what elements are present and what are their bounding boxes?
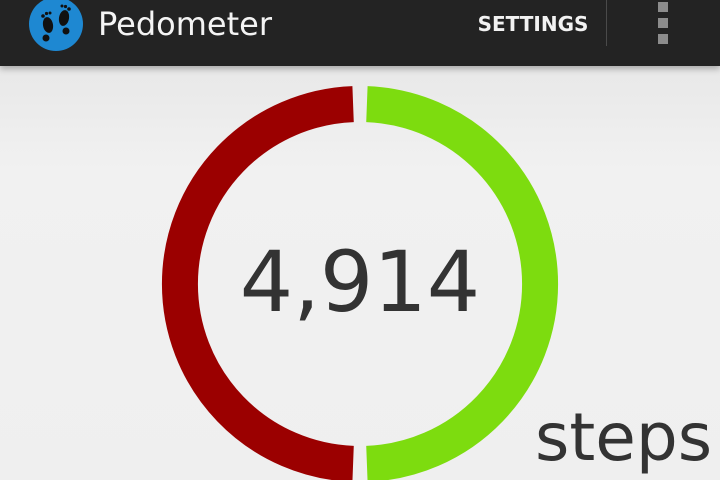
settings-button[interactable]: SETTINGS — [466, 4, 600, 44]
main-content: 4,914 steps — [0, 66, 720, 480]
pedometer-screen: Pedometer SETTINGS 4,914 steps — [0, 0, 720, 480]
action-bar: Pedometer SETTINGS — [0, 0, 720, 66]
action-bar-divider — [606, 0, 607, 46]
overflow-dot — [658, 18, 668, 28]
steps-unit-label: steps — [535, 399, 713, 476]
overflow-menu-icon[interactable] — [640, 0, 688, 48]
overflow-dot — [658, 34, 668, 44]
app-title: Pedometer — [98, 5, 272, 43]
overflow-dot — [658, 2, 668, 12]
footprints-icon[interactable] — [28, 0, 84, 52]
step-count: 4,914 — [239, 233, 481, 331]
